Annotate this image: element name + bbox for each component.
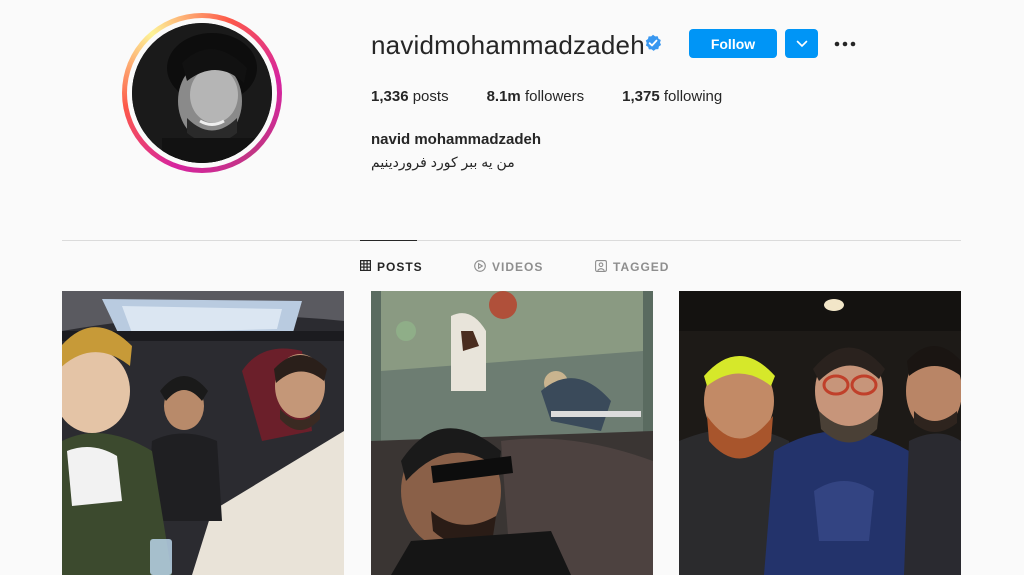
posts-stat: 1,336 posts bbox=[371, 88, 449, 105]
more-options-button[interactable] bbox=[832, 30, 858, 56]
active-tab-indicator bbox=[360, 240, 417, 241]
tab-posts[interactable]: POSTS bbox=[360, 258, 423, 276]
tab-posts-label: POSTS bbox=[377, 260, 423, 274]
tab-tagged-label: TAGGED bbox=[613, 260, 670, 274]
following-count: 1,375 bbox=[622, 88, 660, 105]
post-image bbox=[62, 291, 344, 575]
bio: من یه ببر کورد فروردینیم bbox=[371, 154, 515, 170]
following-stat[interactable]: 1,375 following bbox=[622, 88, 722, 105]
post-image bbox=[679, 291, 961, 575]
posts-label: posts bbox=[412, 88, 449, 105]
ellipsis-icon bbox=[834, 34, 856, 52]
tag-icon bbox=[595, 259, 613, 275]
followers-count: 8.1m bbox=[486, 88, 521, 105]
story-ring[interactable] bbox=[122, 13, 282, 173]
post-thumbnail[interactable] bbox=[371, 291, 653, 575]
followers-stat[interactable]: 8.1m followers bbox=[487, 88, 585, 105]
avatar[interactable] bbox=[132, 23, 272, 163]
username: navidmohammadzadeh bbox=[371, 30, 645, 60]
verified-badge-icon bbox=[644, 34, 662, 52]
avatar-photo bbox=[132, 23, 272, 163]
post-thumbnail[interactable] bbox=[62, 291, 344, 575]
suggested-accounts-button[interactable] bbox=[785, 29, 818, 58]
tabs-divider bbox=[62, 240, 961, 241]
grid-icon bbox=[360, 260, 377, 274]
tab-videos[interactable]: VIDEOS bbox=[474, 258, 543, 276]
post-thumbnail[interactable] bbox=[679, 291, 961, 575]
followers-label: followers bbox=[524, 88, 585, 105]
post-image bbox=[371, 291, 653, 575]
follow-button[interactable]: Follow bbox=[689, 29, 777, 58]
posts-count: 1,336 bbox=[371, 88, 409, 105]
chevron-down-icon bbox=[796, 36, 808, 51]
following-label: following bbox=[663, 88, 723, 105]
profile-stats: 1,336 posts 8.1m followers 1,375 followi… bbox=[371, 88, 760, 105]
tab-tagged[interactable]: TAGGED bbox=[595, 258, 669, 276]
tab-videos-label: VIDEOS bbox=[492, 260, 544, 274]
full-name: navid mohammadzadeh bbox=[371, 131, 542, 148]
play-icon bbox=[474, 259, 492, 275]
